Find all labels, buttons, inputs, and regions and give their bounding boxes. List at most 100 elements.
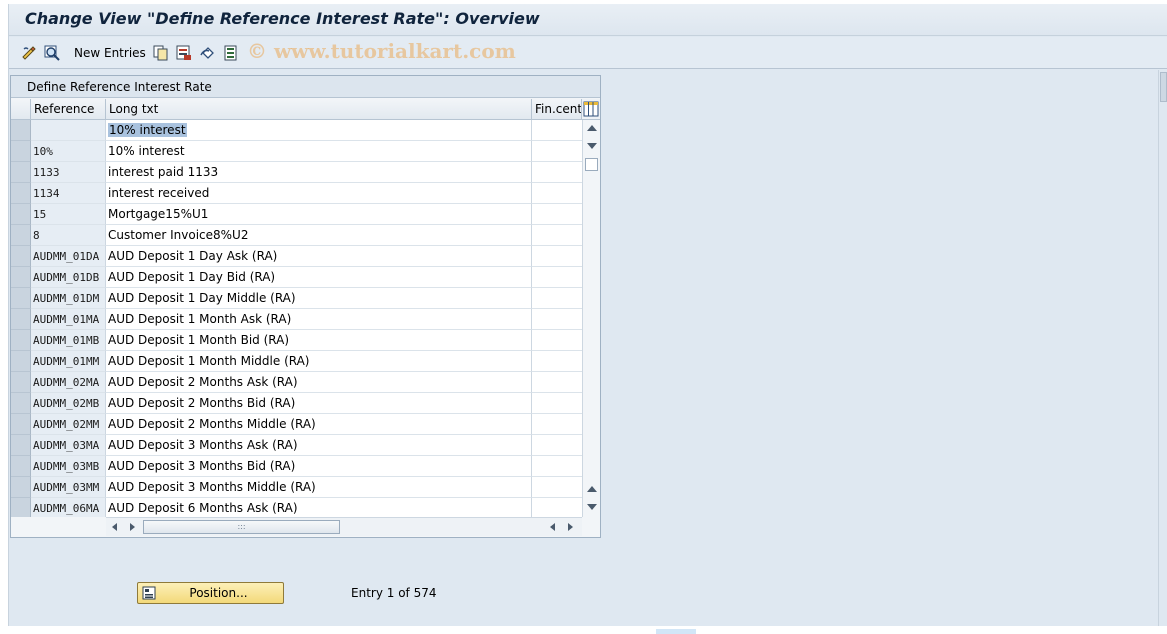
window-scrollbar-thumb[interactable] bbox=[1160, 72, 1167, 102]
cell-reference[interactable]: AUDMM_01MA bbox=[31, 309, 106, 330]
cell-long-txt[interactable]: AUD Deposit 1 Month Ask (RA) bbox=[106, 309, 532, 330]
cell-fin-center[interactable] bbox=[532, 351, 582, 372]
cell-reference[interactable]: AUDMM_06MA bbox=[31, 498, 106, 517]
scroll-page-down-icon[interactable] bbox=[587, 504, 597, 510]
row-selector[interactable] bbox=[11, 372, 31, 393]
table-row[interactable]: AUDMM_01DA AUD Deposit 1 Day Ask (RA) bbox=[11, 246, 582, 267]
table-row[interactable]: 15 Mortgage15%U1 bbox=[11, 204, 582, 225]
cell-reference[interactable]: AUDMM_03MM bbox=[31, 477, 106, 498]
cell-long-txt[interactable]: AUD Deposit 2 Months Middle (RA) bbox=[106, 414, 532, 435]
cell-fin-center[interactable] bbox=[532, 246, 582, 267]
select-all-icon[interactable] bbox=[223, 45, 239, 61]
row-selector[interactable] bbox=[11, 141, 31, 162]
cell-reference[interactable] bbox=[31, 120, 106, 141]
scroll-down-icon[interactable] bbox=[587, 143, 597, 149]
scroll-right-icon[interactable] bbox=[130, 523, 135, 531]
cell-fin-center[interactable] bbox=[532, 414, 582, 435]
cell-reference[interactable]: 1133 bbox=[31, 162, 106, 183]
table-row[interactable]: AUDMM_01DM AUD Deposit 1 Day Middle (RA) bbox=[11, 288, 582, 309]
cell-fin-center[interactable] bbox=[532, 288, 582, 309]
row-selector[interactable] bbox=[11, 414, 31, 435]
cell-long-txt[interactable]: AUD Deposit 2 Months Bid (RA) bbox=[106, 393, 532, 414]
cell-reference[interactable]: AUDMM_01MB bbox=[31, 330, 106, 351]
cell-reference[interactable]: 15 bbox=[31, 204, 106, 225]
cell-fin-center[interactable] bbox=[532, 309, 582, 330]
table-row[interactable]: AUDMM_01MA AUD Deposit 1 Month Ask (RA) bbox=[11, 309, 582, 330]
table-row[interactable]: AUDMM_03MB AUD Deposit 3 Months Bid (RA) bbox=[11, 456, 582, 477]
cell-long-txt[interactable]: AUD Deposit 6 Months Ask (RA) bbox=[106, 498, 532, 517]
cell-reference[interactable]: AUDMM_02MB bbox=[31, 393, 106, 414]
scroll-page-up-icon[interactable] bbox=[587, 486, 597, 492]
cell-long-txt[interactable]: AUD Deposit 1 Day Middle (RA) bbox=[106, 288, 532, 309]
cell-long-txt[interactable]: AUD Deposit 1 Day Ask (RA) bbox=[106, 246, 532, 267]
table-row[interactable]: 10% interest bbox=[11, 120, 582, 141]
table-row[interactable]: 10% 10% interest bbox=[11, 141, 582, 162]
cell-reference[interactable]: AUDMM_03MA bbox=[31, 435, 106, 456]
details-icon[interactable] bbox=[44, 45, 60, 61]
row-selector[interactable] bbox=[11, 393, 31, 414]
row-selector[interactable] bbox=[11, 225, 31, 246]
table-row[interactable]: AUDMM_01DB AUD Deposit 1 Day Bid (RA) bbox=[11, 267, 582, 288]
row-selector[interactable] bbox=[11, 204, 31, 225]
new-entries-button[interactable]: New Entries bbox=[74, 46, 146, 60]
row-selector[interactable] bbox=[11, 162, 31, 183]
cell-fin-center[interactable] bbox=[532, 141, 582, 162]
table-row[interactable]: AUDMM_03MM AUD Deposit 3 Months Middle (R… bbox=[11, 477, 582, 498]
cell-long-txt[interactable]: AUD Deposit 1 Month Bid (RA) bbox=[106, 330, 532, 351]
cell-fin-center[interactable] bbox=[532, 204, 582, 225]
row-selector[interactable] bbox=[11, 288, 31, 309]
table-settings-icon[interactable] bbox=[582, 99, 600, 119]
table-row[interactable]: AUDMM_01MM AUD Deposit 1 Month Middle (RA… bbox=[11, 351, 582, 372]
cell-long-txt[interactable]: interest received bbox=[106, 183, 532, 204]
cell-reference[interactable]: 10% bbox=[31, 141, 106, 162]
cell-long-txt[interactable]: Mortgage15%U1 bbox=[106, 204, 532, 225]
delete-icon[interactable] bbox=[176, 45, 192, 61]
cell-long-txt[interactable]: Customer Invoice8%U2 bbox=[106, 225, 532, 246]
cell-fin-center[interactable] bbox=[532, 162, 582, 183]
cell-long-txt[interactable]: AUD Deposit 2 Months Ask (RA) bbox=[106, 372, 532, 393]
table-row[interactable]: AUDMM_02MM AUD Deposit 2 Months Middle (R… bbox=[11, 414, 582, 435]
column-header-fin-center[interactable]: Fin.cente bbox=[532, 99, 582, 120]
cell-reference[interactable]: AUDMM_03MB bbox=[31, 456, 106, 477]
row-selector[interactable] bbox=[11, 477, 31, 498]
cell-long-txt[interactable]: interest paid 1133 bbox=[106, 162, 532, 183]
row-selector[interactable] bbox=[11, 183, 31, 204]
row-selector[interactable] bbox=[11, 456, 31, 477]
table-row[interactable]: 8 Customer Invoice8%U2 bbox=[11, 225, 582, 246]
cell-reference[interactable]: 8 bbox=[31, 225, 106, 246]
cell-reference[interactable]: AUDMM_02MM bbox=[31, 414, 106, 435]
cell-fin-center[interactable] bbox=[532, 477, 582, 498]
table-vertical-scrollbar[interactable] bbox=[582, 120, 600, 517]
cell-long-txt[interactable]: 10% interest bbox=[106, 141, 532, 162]
table-row[interactable]: AUDMM_02MA AUD Deposit 2 Months Ask (RA) bbox=[11, 372, 582, 393]
cell-long-txt[interactable]: AUD Deposit 1 Month Middle (RA) bbox=[106, 351, 532, 372]
cell-fin-center[interactable] bbox=[532, 330, 582, 351]
scroll-right-end-icon[interactable] bbox=[568, 523, 573, 531]
cell-fin-center[interactable] bbox=[532, 393, 582, 414]
cell-reference[interactable]: AUDMM_01DA bbox=[31, 246, 106, 267]
cell-fin-center[interactable] bbox=[532, 498, 582, 517]
cell-fin-center[interactable] bbox=[532, 456, 582, 477]
table-row[interactable]: 1133 interest paid 1133 bbox=[11, 162, 582, 183]
window-vertical-scrollbar[interactable] bbox=[1158, 70, 1167, 626]
position-button[interactable]: Position... bbox=[137, 582, 284, 604]
cell-long-txt[interactable]: 10% interest bbox=[106, 120, 532, 141]
scroll-up-icon[interactable] bbox=[587, 125, 597, 131]
table-horizontal-scrollbar[interactable]: ::: bbox=[106, 517, 582, 536]
row-selector[interactable] bbox=[11, 246, 31, 267]
cell-reference[interactable]: AUDMM_01DB bbox=[31, 267, 106, 288]
cell-fin-center[interactable] bbox=[532, 435, 582, 456]
row-selector[interactable] bbox=[11, 498, 31, 517]
table-row[interactable]: 1134 interest received bbox=[11, 183, 582, 204]
undo-change-icon[interactable] bbox=[200, 45, 216, 61]
cell-long-txt[interactable]: AUD Deposit 1 Day Bid (RA) bbox=[106, 267, 532, 288]
select-all-rows-button[interactable] bbox=[11, 99, 31, 120]
row-selector[interactable] bbox=[11, 120, 31, 141]
table-settings-button[interactable] bbox=[582, 99, 600, 120]
cell-reference[interactable]: 1134 bbox=[31, 183, 106, 204]
cell-reference[interactable]: AUDMM_02MA bbox=[31, 372, 106, 393]
cell-reference[interactable]: AUDMM_01MM bbox=[31, 351, 106, 372]
column-header-long-txt[interactable]: Long txt bbox=[106, 99, 532, 120]
table-row[interactable]: AUDMM_06MA AUD Deposit 6 Months Ask (RA) bbox=[11, 498, 582, 517]
cell-fin-center[interactable] bbox=[532, 183, 582, 204]
